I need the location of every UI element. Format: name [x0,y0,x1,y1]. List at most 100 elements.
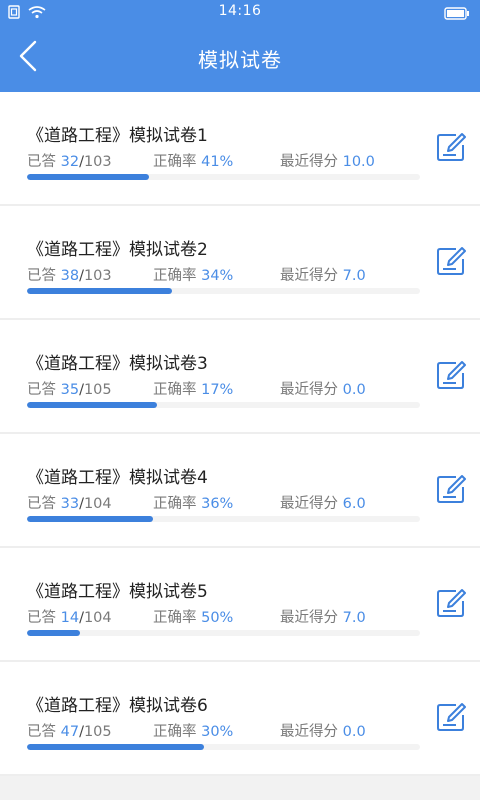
progress-bar [27,516,420,522]
recent-score-label: 最近得分 [280,268,338,284]
paper-list-item[interactable]: 《道路工程》模拟试卷1 已答 32/103 正确率 41% 最近得分 10.0 [0,92,480,206]
paper-title: 《道路工程》模拟试卷6 [27,696,208,716]
paper-list-item[interactable]: 《道路工程》模拟试卷5 已答 14/104 正确率 50% 最近得分 7.0 [0,548,480,662]
paper-list-item[interactable]: 《道路工程》模拟试卷2 已答 38/103 正确率 34% 最近得分 7.0 [0,206,480,320]
recent-score-stat: 最近得分 10.0 [280,150,375,171]
answered-label: 已答 [27,268,56,284]
recent-score-value: 7.0 [342,268,366,284]
edit-button[interactable] [436,360,466,390]
total-count: 105 [83,382,112,398]
correct-rate-value: 36% [201,496,234,512]
progress-bar [27,744,420,750]
answered-stat: 已答 33/104 [27,492,112,513]
answered-count: 35 [60,382,80,398]
correct-rate-value: 34% [201,268,234,284]
edit-icon [436,361,466,394]
progress-bar [27,402,420,408]
total-count: 104 [83,496,112,512]
correct-rate-label: 正确率 [153,268,197,284]
paper-title: 《道路工程》模拟试卷4 [27,468,208,488]
paper-stats: 已答 32/103 正确率 41% 最近得分 10.0 [27,150,427,170]
page-title: 模拟试卷 [198,48,282,72]
progress-fill [27,630,81,636]
recent-score-label: 最近得分 [280,724,338,740]
answered-label: 已答 [27,724,56,740]
correct-rate-label: 正确率 [153,724,197,740]
correct-rate-stat: 正确率 41% [153,150,233,171]
correct-rate-stat: 正确率 36% [153,492,233,513]
answered-stat: 已答 32/103 [27,150,112,171]
correct-rate-label: 正确率 [153,496,197,512]
edit-button[interactable] [436,474,466,504]
answered-label: 已答 [27,382,56,398]
recent-score-label: 最近得分 [280,154,338,170]
paper-stats: 已答 38/103 正确率 34% 最近得分 7.0 [27,264,427,284]
answered-count: 32 [60,154,80,170]
recent-score-value: 0.0 [342,724,366,740]
answered-stat: 已答 38/103 [27,264,112,285]
edit-icon [436,589,466,622]
status-bar: 14:16 [0,0,480,24]
progress-fill [27,402,157,408]
status-time: 14:16 [218,3,262,19]
total-count: 103 [83,154,112,170]
correct-rate-label: 正确率 [153,610,197,626]
nav-bar: 模拟试卷 [0,24,480,92]
total-count: 104 [83,610,112,626]
correct-rate-stat: 正确率 50% [153,606,233,627]
recent-score-value: 7.0 [342,610,366,626]
correct-rate-value: 17% [201,382,234,398]
answered-count: 14 [60,610,80,626]
progress-fill [27,744,204,750]
progress-fill [27,516,153,522]
recent-score-stat: 最近得分 7.0 [280,606,366,627]
edit-button[interactable] [436,702,466,732]
answered-label: 已答 [27,154,56,170]
edit-icon [436,133,466,166]
correct-rate-value: 30% [201,724,234,740]
paper-title: 《道路工程》模拟试卷3 [27,354,208,374]
answered-stat: 已答 14/104 [27,606,112,627]
correct-rate-label: 正确率 [153,382,197,398]
edit-button[interactable] [436,588,466,618]
progress-fill [27,174,149,180]
edit-button[interactable] [436,246,466,276]
recent-score-label: 最近得分 [280,610,338,626]
recent-score-value: 0.0 [342,382,366,398]
paper-list-item[interactable]: 《道路工程》模拟试卷4 已答 33/104 正确率 36% 最近得分 6.0 [0,434,480,548]
paper-list-item[interactable]: 《道路工程》模拟试卷6 已答 47/105 正确率 30% 最近得分 0.0 [0,662,480,776]
total-count: 103 [83,268,112,284]
progress-bar [27,630,420,636]
edit-icon [436,247,466,280]
answered-count: 33 [60,496,80,512]
progress-fill [27,288,173,294]
progress-bar [27,174,420,180]
paper-list-item[interactable]: 《道路工程》模拟试卷3 已答 35/105 正确率 17% 最近得分 0.0 [0,320,480,434]
answered-count: 38 [60,268,80,284]
battery-icon [444,5,470,24]
recent-score-stat: 最近得分 7.0 [280,264,366,285]
paper-stats: 已答 14/104 正确率 50% 最近得分 7.0 [27,606,427,626]
answered-label: 已答 [27,496,56,512]
correct-rate-label: 正确率 [153,154,197,170]
paper-stats: 已答 35/105 正确率 17% 最近得分 0.0 [27,378,427,398]
correct-rate-stat: 正确率 34% [153,264,233,285]
progress-bar [27,288,420,294]
answered-stat: 已答 35/105 [27,378,112,399]
app-header: 14:16 模拟试卷 [0,0,480,92]
correct-rate-value: 50% [201,610,234,626]
recent-score-label: 最近得分 [280,496,338,512]
paper-title: 《道路工程》模拟试卷1 [27,126,208,146]
correct-rate-value: 41% [201,154,234,170]
recent-score-stat: 最近得分 0.0 [280,378,366,399]
paper-title: 《道路工程》模拟试卷2 [27,240,208,260]
total-count: 105 [83,724,112,740]
paper-stats: 已答 33/104 正确率 36% 最近得分 6.0 [27,492,427,512]
recent-score-stat: 最近得分 6.0 [280,492,366,513]
paper-stats: 已答 47/105 正确率 30% 最近得分 0.0 [27,720,427,740]
edit-button[interactable] [436,132,466,162]
correct-rate-stat: 正确率 30% [153,720,233,741]
recent-score-label: 最近得分 [280,382,338,398]
paper-title: 《道路工程》模拟试卷5 [27,582,208,602]
answered-label: 已答 [27,610,56,626]
